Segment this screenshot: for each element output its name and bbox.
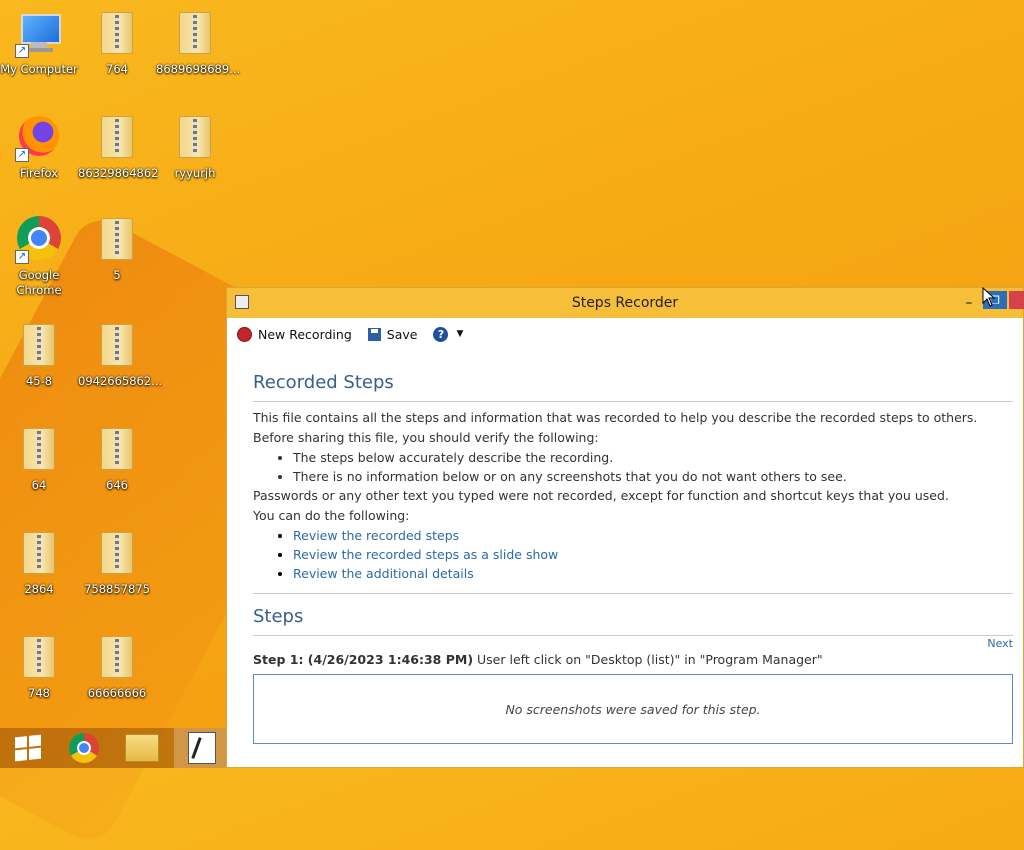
zip-folder-icon [171, 114, 219, 162]
desktop-icon-label: 64 [31, 478, 47, 492]
shortcut-arrow-icon: ↗ [15, 250, 29, 264]
desktop-icon-748[interactable]: 748 [0, 634, 78, 701]
taskbar-file-explorer-button[interactable] [114, 728, 170, 768]
steps-heading: Steps [253, 606, 1013, 636]
new-recording-button[interactable]: New Recording [237, 326, 352, 342]
step-1-line: Step 1: (4/26/2023 1:46:38 PM) User left… [253, 652, 1013, 667]
recorded-steps-heading: Recorded Steps [253, 372, 1013, 402]
steps-recorder-window: Steps Recorder – ❐ New Recording Save ? … [226, 287, 1024, 768]
step-1-description: User left click on "Desktop (list)" in "… [473, 652, 823, 667]
desktop-icon-label: 66666666 [87, 686, 147, 700]
desktop-icon-google-chrome[interactable]: ↗ Google Chrome [0, 216, 78, 298]
chevron-down-icon: ▼ [456, 329, 464, 339]
zip-folder-icon [93, 322, 141, 370]
desktop-icon-label: 5 [113, 268, 121, 282]
steps-recorder-icon [188, 732, 216, 764]
save-button[interactable]: Save [367, 326, 418, 342]
shortcut-arrow-icon: ↗ [15, 44, 29, 58]
zip-folder-icon [93, 114, 141, 162]
desktop-icon-label: 646 [106, 478, 128, 492]
save-icon [367, 327, 381, 341]
computer-icon: ↗ [15, 10, 63, 58]
intro-text: This file contains all the steps and inf… [253, 410, 978, 425]
desktop-icon-0942665862[interactable]: 0942665862... [78, 322, 163, 389]
taskbar [0, 728, 230, 768]
zip-folder-icon [93, 634, 141, 682]
desktop-icon-label: 764 [106, 62, 128, 76]
zip-folder-icon [171, 10, 219, 58]
save-label: Save [386, 326, 418, 342]
desktop-icon-label: 8689698689... [156, 62, 241, 76]
can-do-text: You can do the following: [253, 508, 410, 523]
desktop-icon-66666666[interactable]: 66666666 [78, 634, 156, 701]
chrome-icon: ↗ [15, 216, 63, 264]
review-details-link[interactable]: Review the additional details [293, 566, 474, 581]
step-1-header: Step 1: (4/26/2023 1:46:38 PM) [253, 652, 474, 667]
zip-folder-icon [15, 634, 63, 682]
divider [253, 593, 1013, 594]
new-recording-label: New Recording [258, 326, 352, 342]
desktop-icon-86329864862[interactable]: 86329864862 [78, 114, 159, 181]
step-screenshot-box: No screenshots were saved for this step. [253, 674, 1013, 744]
file-explorer-icon [125, 734, 159, 762]
help-button[interactable]: ? ▼ [433, 326, 464, 342]
review-links: Review the recorded steps Review the rec… [253, 526, 1013, 583]
desktop-icon-firefox[interactable]: ↗ Firefox [0, 114, 78, 181]
desktop-icon-45-8[interactable]: 45-8 [0, 322, 78, 389]
review-slideshow-link[interactable]: Review the recorded steps as a slide sho… [293, 547, 558, 562]
recording-content: Recorded Steps This file contains all th… [227, 372, 1023, 744]
start-button[interactable] [0, 728, 56, 768]
desktop-icon-label: 2864 [24, 582, 54, 596]
start-icon [15, 734, 41, 762]
list-item: There is no information below or on any … [293, 467, 1013, 486]
desktop-icon-ryyurjh[interactable]: ryyurjh [156, 114, 234, 181]
chrome-icon [69, 733, 99, 763]
minimize-icon: – [965, 295, 973, 311]
zip-folder-icon [93, 530, 141, 578]
desktop-icon-8689698689[interactable]: 8689698689... [156, 10, 241, 77]
toolbar: New Recording Save ? ▼ [227, 318, 1023, 350]
app-icon [235, 295, 249, 309]
verify-text: Before sharing this file, you should ver… [253, 430, 599, 445]
desktop-icon-label: ryyurjh [174, 166, 216, 180]
passwords-note: Passwords or any other text you typed we… [253, 488, 949, 503]
mouse-cursor-icon [982, 287, 996, 307]
desktop-icon-758857875[interactable]: 758857875 [78, 530, 156, 597]
verify-list: The steps below accurately describe the … [253, 448, 1013, 486]
shortcut-arrow-icon: ↗ [15, 148, 29, 162]
zip-folder-icon [15, 322, 63, 370]
no-screenshot-text: No screenshots were saved for this step. [505, 701, 761, 717]
next-link[interactable]: Next [253, 637, 1013, 650]
firefox-icon: ↗ [15, 114, 63, 162]
desktop-icon-label: 748 [28, 686, 50, 700]
zip-folder-icon [93, 426, 141, 474]
minimize-button[interactable]: – [957, 288, 981, 318]
zip-folder-icon [15, 426, 63, 474]
zip-folder-icon [93, 10, 141, 58]
desktop-icon-label: Google Chrome [16, 268, 62, 297]
zip-folder-icon [93, 216, 141, 264]
desktop-icon-2864[interactable]: 2864 [0, 530, 78, 597]
record-icon [237, 326, 252, 342]
desktop-icon-my-computer[interactable]: ↗ My Computer [0, 10, 78, 77]
desktop-icon-label: 45-8 [25, 374, 53, 388]
close-button[interactable] [1009, 291, 1024, 309]
desktop-icon-label: My Computer [0, 62, 78, 76]
window-titlebar[interactable]: Steps Recorder – ❐ [227, 288, 1024, 318]
help-icon: ? [433, 326, 449, 342]
desktop-icon-5[interactable]: 5 [78, 216, 156, 283]
zip-folder-icon [15, 530, 63, 578]
desktop-icon-label: 0942665862... [78, 374, 163, 388]
list-item: The steps below accurately describe the … [293, 448, 1013, 467]
window-title: Steps Recorder [571, 295, 679, 311]
desktop-icon-label: 758857875 [84, 582, 150, 596]
review-steps-link[interactable]: Review the recorded steps [293, 528, 459, 543]
taskbar-steps-recorder-button[interactable] [174, 728, 230, 768]
desktop-icon-764[interactable]: 764 [78, 10, 156, 77]
desktop-icon-64[interactable]: 64 [0, 426, 78, 493]
taskbar-chrome-button[interactable] [56, 728, 112, 768]
desktop-icon-646[interactable]: 646 [78, 426, 156, 493]
desktop-icon-label: Firefox [19, 166, 59, 180]
desktop-icon-label: 86329864862 [78, 166, 159, 180]
